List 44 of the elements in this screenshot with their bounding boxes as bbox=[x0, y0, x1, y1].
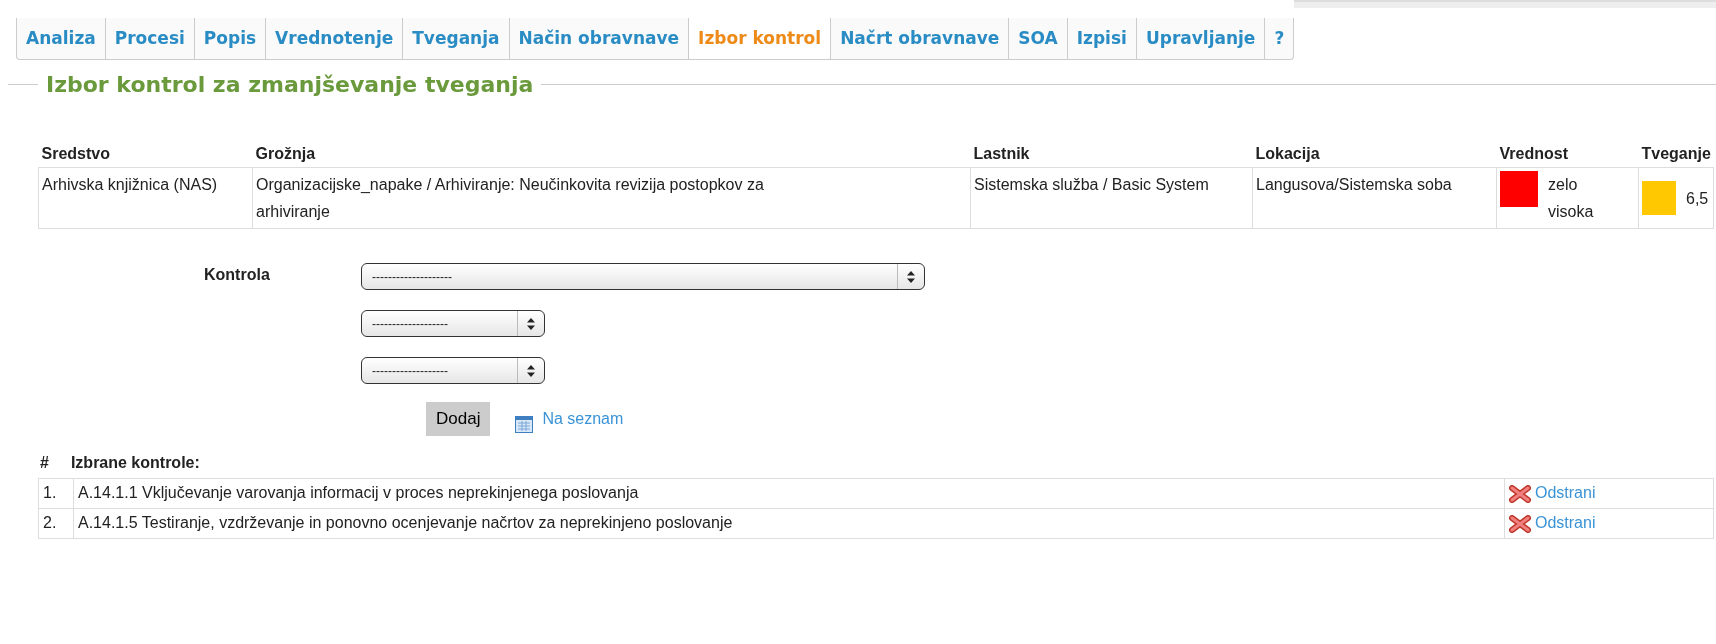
column-header: Tveganje bbox=[1641, 145, 1711, 162]
table-cell: A.14.1.5 Testiranje, vzdrževanje in ponovno ocenjevanje načrtov za neprekinjeno poslovanje bbox=[73, 508, 1505, 539]
dropdown[interactable]: ------------------- bbox=[361, 310, 545, 337]
tab[interactable]: Upravljanje bbox=[1136, 18, 1266, 59]
column-header: Lastnik bbox=[973, 145, 1030, 162]
dropdown[interactable]: ------------------- bbox=[361, 357, 545, 384]
field-label: Kontrola bbox=[204, 265, 271, 285]
section-title: Izbor kontrol za zmanjševanje tveganja bbox=[45, 72, 535, 97]
list-title: Izbrane kontrole: bbox=[70, 454, 200, 472]
remove-link[interactable]: Odstrani bbox=[1535, 484, 1596, 501]
number-header: # bbox=[40, 454, 49, 472]
column-header: Sredstvo bbox=[41, 145, 110, 162]
tab[interactable]: Popis bbox=[194, 18, 267, 59]
row-number: 1. bbox=[38, 478, 74, 509]
column-header: Lokacija bbox=[1255, 145, 1320, 162]
tab[interactable]: Izpisi bbox=[1067, 18, 1137, 59]
dropdown[interactable]: -------------------- bbox=[361, 263, 925, 290]
delete-icon[interactable] bbox=[1509, 484, 1531, 503]
stepper-arrows-icon bbox=[906, 269, 916, 284]
list-link[interactable]: Na seznam bbox=[542, 410, 624, 428]
table-cell: Sistemska služba / Basic System bbox=[970, 167, 1253, 229]
tab[interactable]: Načrt obravnave bbox=[831, 18, 1010, 59]
stepper-arrows-icon bbox=[526, 363, 536, 378]
table-cell: Organizacijske_napake / Arhiviranje: Neučinkovita revizija postopkov za arhiviranje bbox=[252, 167, 971, 229]
tab[interactable]: Analiza bbox=[17, 18, 106, 59]
tab[interactable]: ? bbox=[1265, 18, 1294, 59]
list-icon bbox=[514, 414, 535, 434]
column-header: Vrednost bbox=[1499, 145, 1568, 162]
row-number: 2. bbox=[38, 508, 74, 539]
tab[interactable]: Izbor kontrol bbox=[689, 18, 832, 59]
value-text: zelo visoka bbox=[1548, 175, 1595, 222]
tab[interactable]: Procesi bbox=[105, 18, 195, 59]
stepper-arrows-icon bbox=[526, 316, 536, 331]
tab[interactable]: SOA bbox=[1009, 18, 1068, 59]
tab[interactable]: Tveganja bbox=[403, 18, 510, 59]
table-cell: Langusova/Sistemska soba bbox=[1252, 167, 1497, 229]
remove-link[interactable]: Odstrani bbox=[1535, 513, 1596, 531]
table-cell: Arhivska knjižnica (NAS) bbox=[38, 167, 253, 229]
tab[interactable]: Vrednotenje bbox=[266, 18, 404, 59]
table-cell: A.14.1.1 Vključevanje varovanja informacij v proces neprekinjenega poslovanja bbox=[73, 478, 1505, 509]
add-button[interactable]: Dodaj bbox=[426, 402, 491, 436]
delete-icon[interactable] bbox=[1509, 514, 1531, 533]
column-header: Grožnja bbox=[255, 145, 316, 162]
risk-value: 6,5 bbox=[1686, 188, 1710, 209]
